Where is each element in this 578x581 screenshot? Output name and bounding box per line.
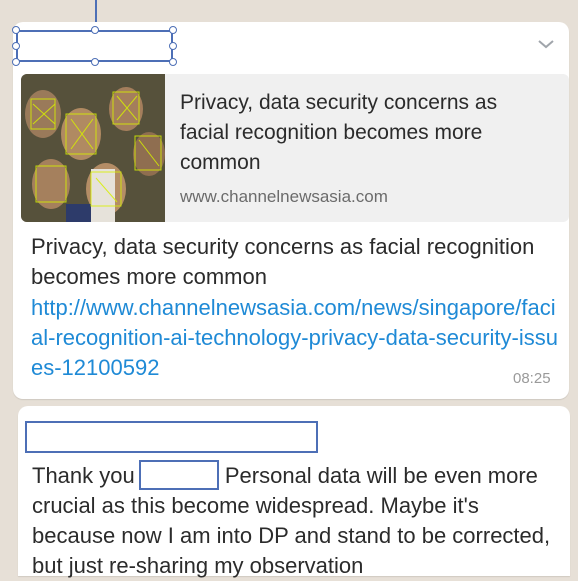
message-timestamp: 08:25 xyxy=(513,370,551,387)
selection-handle[interactable] xyxy=(91,26,99,34)
redacted-sender-box xyxy=(25,421,318,453)
chevron-down-icon[interactable] xyxy=(537,38,555,52)
link-preview-card[interactable]: Privacy, data security concerns as facia… xyxy=(21,74,569,222)
preview-title: Privacy, data security concerns as facia… xyxy=(180,91,498,174)
redacted-name-box xyxy=(138,460,219,490)
selection-handle[interactable] xyxy=(91,58,99,66)
selection-handle[interactable] xyxy=(169,42,177,50)
preview-domain: www.channelnewsasia.com xyxy=(180,187,388,206)
selection-handle[interactable] xyxy=(12,26,20,34)
selection-handle[interactable] xyxy=(12,58,20,66)
article-link[interactable]: http://www.channelnewsasia.com/news/sing… xyxy=(31,293,561,383)
selection-handle[interactable] xyxy=(12,42,20,50)
article-thumbnail xyxy=(21,74,165,222)
selection-handle[interactable] xyxy=(169,26,177,34)
message-text-start: Thank you xyxy=(32,463,135,488)
selection-handle[interactable] xyxy=(169,58,177,66)
message-text: Privacy, data security concerns as facia… xyxy=(31,234,535,289)
message-text: Thank you Personal data will be even mor… xyxy=(32,460,562,581)
